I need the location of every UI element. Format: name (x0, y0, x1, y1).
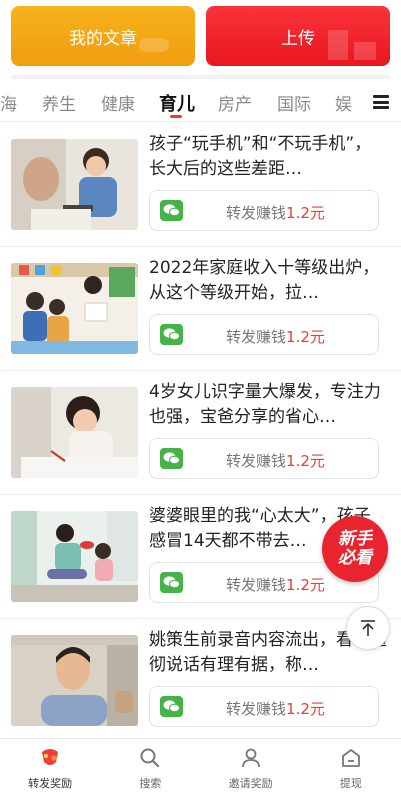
article-title[interactable]: 孩子“玩手机”和“不玩手机”，长大后的这些差距… (149, 132, 387, 182)
tab-fangchan[interactable]: 房产 (218, 90, 252, 115)
tabs-fade (349, 84, 367, 120)
nav-search[interactable]: 搜索 (100, 739, 200, 800)
share-earn-text: 转发赚钱1.2元 (226, 450, 325, 471)
share-earn-text: 转发赚钱1.2元 (226, 326, 325, 347)
menu-icon[interactable] (373, 95, 389, 109)
share-reward-icon (42, 749, 59, 765)
share-earn-button[interactable]: 转发赚钱1.2元 (149, 438, 379, 479)
back-to-top-button[interactable] (346, 606, 390, 650)
share-earn-button[interactable]: 转发赚钱1.2元 (149, 314, 379, 355)
article-thumbnail (11, 387, 138, 478)
upload-button[interactable]: 上传 (206, 6, 390, 66)
active-tab-indicator (170, 115, 182, 118)
tab-guoji[interactable]: 国际 (277, 90, 311, 115)
share-earn-button[interactable]: 转发赚钱1.2元 (149, 686, 379, 727)
nav-label: 转发奖励 (28, 777, 73, 790)
section-divider (11, 75, 390, 79)
invite-user-icon (241, 748, 260, 768)
my-articles-button[interactable]: 我的文章 (11, 6, 195, 66)
share-earn-text: 转发赚钱1.2元 (226, 698, 325, 719)
article-thumbnail (11, 139, 138, 230)
cloud-decoration (139, 38, 169, 52)
bar-decoration (354, 42, 376, 60)
article-list: 孩子“玩手机”和“不玩手机”，长大后的这些差距… 转发赚钱1.2元 2022年家… (0, 123, 401, 743)
top-actions: 我的文章 上传 (11, 6, 390, 66)
article-title[interactable]: 4岁女儿识字量大爆发，专注力也强，宝爸分享的省心… (149, 380, 387, 430)
share-label: 转发赚钱 (226, 204, 287, 222)
article-item[interactable]: 2022年家庭收入十等级出炉，从这个等级开始，拉… 转发赚钱1.2元 (0, 247, 401, 371)
article-item[interactable]: 孩子“玩手机”和“不玩手机”，长大后的这些差距… 转发赚钱1.2元 (0, 123, 401, 247)
share-amount: 1.2元 (286, 576, 325, 594)
withdraw-icon (341, 749, 360, 767)
wechat-icon (160, 448, 183, 469)
share-label: 转发赚钱 (226, 576, 287, 594)
badge-line2: 必看 (338, 548, 372, 568)
my-articles-label: 我的文章 (69, 28, 137, 49)
tab-yuer[interactable]: 育儿 (159, 90, 195, 116)
article-thumbnail (11, 511, 138, 602)
wechat-icon (160, 696, 183, 717)
share-amount: 1.2元 (286, 452, 325, 470)
article-item[interactable]: 4岁女儿识字量大爆发，专注力也强，宝爸分享的省心… 转发赚钱1.2元 (0, 371, 401, 495)
article-thumbnail (11, 635, 138, 726)
upload-label: 上传 (281, 28, 315, 49)
tab-yangsheng[interactable]: 养生 (42, 90, 76, 115)
nav-invite-reward[interactable]: 邀请奖励 (201, 739, 301, 800)
nav-share-reward[interactable]: 转发奖励 (0, 739, 100, 800)
wechat-icon (160, 324, 183, 345)
share-amount: 1.2元 (286, 700, 325, 718)
article-item[interactable]: 姚策生前录音内容流出，看事透彻说话有理有据，称… 转发赚钱1.2元 (0, 619, 401, 743)
wechat-icon (160, 200, 183, 221)
nav-label: 搜索 (139, 777, 162, 790)
badge-line1: 新手 (338, 529, 372, 549)
share-earn-button[interactable]: 转发赚钱1.2元 (149, 190, 379, 231)
nav-label: 邀请奖励 (228, 777, 273, 790)
share-earn-text: 转发赚钱1.2元 (226, 202, 325, 223)
wechat-icon (160, 572, 183, 593)
share-label: 转发赚钱 (226, 328, 287, 346)
share-amount: 1.2元 (286, 204, 325, 222)
share-label: 转发赚钱 (226, 452, 287, 470)
article-thumbnail (11, 263, 138, 354)
nav-withdraw[interactable]: 提现 (301, 739, 401, 800)
article-title[interactable]: 2022年家庭收入十等级出炉，从这个等级开始，拉… (149, 256, 387, 306)
bottom-nav: 转发奖励 搜索 邀请奖励 提现 (0, 738, 401, 800)
share-label: 转发赚钱 (226, 700, 287, 718)
bar-decoration (328, 30, 348, 60)
category-tabs: 海 养生 健康 育儿 房产 国际 娱 (0, 84, 401, 122)
share-earn-text: 转发赚钱1.2元 (226, 574, 325, 595)
nav-label: 提现 (339, 777, 362, 790)
arrow-up-icon (361, 620, 375, 636)
newbie-guide-badge[interactable]: 新手 必看 (322, 516, 388, 582)
share-amount: 1.2元 (286, 328, 325, 346)
tab-jiankang[interactable]: 健康 (101, 90, 135, 115)
tab-hai[interactable]: 海 (0, 90, 17, 115)
search-icon (140, 748, 160, 768)
